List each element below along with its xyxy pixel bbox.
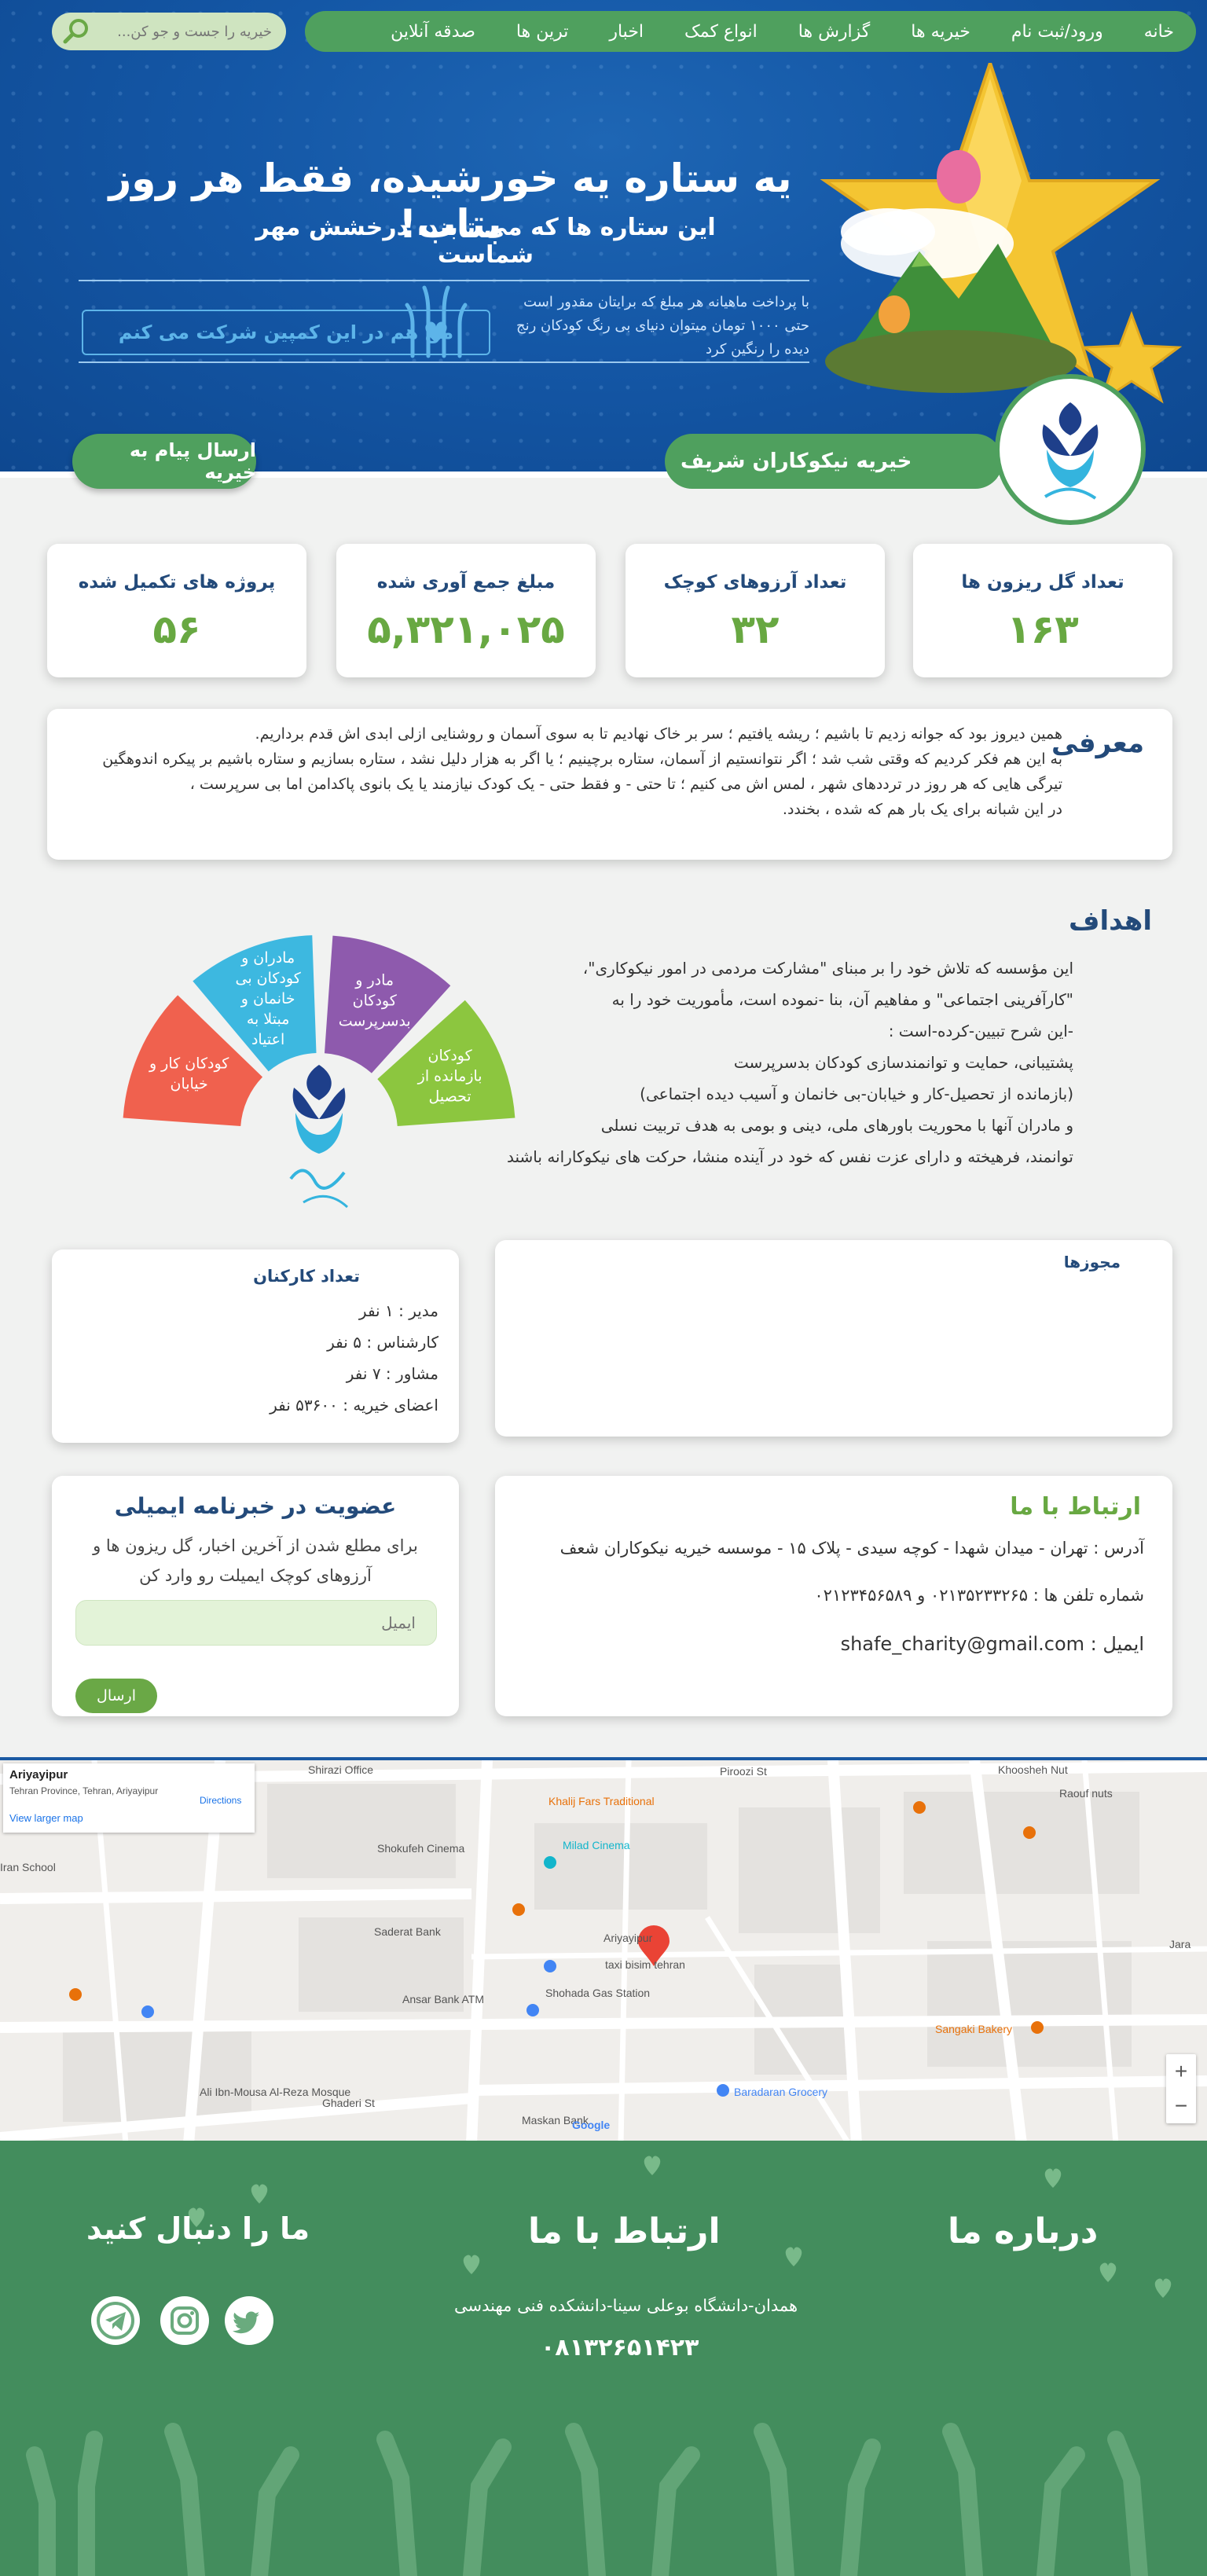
map-zoom-control: + − [1166, 2054, 1196, 2123]
staff-item: کارشناس : ۵ نفر [327, 1333, 438, 1352]
search-icon[interactable] [62, 17, 90, 46]
stat-value: ۱۶۳ [1007, 607, 1079, 652]
staff-item: مشاور : ۷ نفر [346, 1364, 438, 1383]
map-label: Iran School [0, 1861, 56, 1873]
campaign-text: با پرداخت ماهیانه هر مبلغ که برایتان مقد… [515, 294, 809, 358]
campaign-box: با پرداخت ماهیانه هر مبلغ که برایتان مقد… [79, 280, 809, 363]
map-label: Jara [1169, 1938, 1191, 1950]
map-label: Ghaderi St [322, 2097, 375, 2109]
intro-title: معرفی [1051, 728, 1144, 759]
join-campaign-button[interactable]: من هم در این کمپین شرکت می کنم [82, 310, 490, 355]
newsletter-title: عضویت در خبرنامه ایمیلی [114, 1493, 397, 1519]
intro-card: معرفی همین دیروز بود که جوانه زدیم تا با… [47, 709, 1172, 860]
map-label: Baradaran Grocery [734, 2086, 828, 2098]
intro-line: تیرگی هایی که هر روز در ترددهای شهر ، لم… [189, 776, 1062, 793]
staff-title: تعداد کارکنان [253, 1267, 360, 1286]
google-logo: Google [572, 2119, 611, 2131]
map-label: Saderat Bank [374, 1925, 441, 1938]
search-box [52, 13, 286, 50]
permits-card: مجوزها [495, 1240, 1172, 1437]
zoom-out-button[interactable]: − [1166, 2089, 1196, 2123]
send-message-button[interactable]: ارسال پیام به خیریه [72, 434, 256, 489]
star-illustration [820, 63, 1183, 404]
footer-contact-title: ارتباط با ما [528, 2211, 721, 2251]
staff-item: اعضای خیریه : ۵۳۶۰۰ نفر [270, 1396, 438, 1415]
map-label: Shirazi Office [308, 1763, 373, 1776]
stat-label: پروژه های تکمیل شده [78, 572, 276, 593]
contact-address: آدرس : تهران - میدان شهدا - کوچه سیدی - … [559, 1539, 1144, 1558]
nav-tops[interactable]: ترین ها [516, 22, 568, 42]
map-label: Shokufeh Cinema [377, 1842, 465, 1855]
footer-contact-phone: ۰۸۱۳۲۶۵۱۴۲۳ [541, 2334, 699, 2361]
map-label: Milad Cinema [563, 1839, 630, 1851]
stat-card-small-wishes: تعداد آرزوهای کوچک ۳۲ [626, 544, 885, 677]
intro-line: همین دیروز بود که جوانه زدیم تا باشیم ؛ … [255, 725, 1062, 743]
stat-value: ۵,۳۲۱,۰۲۵ [367, 607, 565, 652]
telegram-icon[interactable] [91, 2296, 140, 2345]
twitter-icon[interactable] [225, 2296, 273, 2345]
newsletter-email-input[interactable] [75, 1600, 437, 1646]
contact-phones: شماره تلفن ها : ۰۲۱۳۵۲۳۳۲۶۵ و ۰۲۱۲۳۴۵۶۵۸… [814, 1586, 1144, 1605]
staff-list: مدیر : ۱ نفر کارشناس : ۵ نفر مشاور : ۷ ن… [270, 1295, 438, 1421]
stat-label: تعداد گل ریزون ها [961, 572, 1124, 593]
map-label: Khalij Fars Traditional [548, 1795, 655, 1807]
staff-card: تعداد کارکنان مدیر : ۱ نفر کارشناس : ۵ ن… [52, 1249, 459, 1443]
directions-link[interactable]: Directions [200, 1795, 241, 1806]
staff-item: مدیر : ۱ نفر [358, 1301, 438, 1320]
footer: ما را دنبال کنید ارتباط با ما درباره ما … [0, 2141, 1207, 2576]
stat-value: ۵۶ [152, 607, 201, 652]
top-navigation: خانه ورود/ثبت نام خیریه ها گزارش ها انوا… [305, 11, 1196, 52]
intro-line: به این هم فکر کردیم که وقتی شب شد ؛ اگر … [102, 750, 1062, 768]
newsletter-submit-button[interactable]: ارسال [75, 1679, 157, 1713]
map-label: Ansar Bank ATM [402, 1993, 485, 2005]
stat-label: مبلغ جمع آوری شده [376, 572, 556, 593]
map-label: Khoosheh Nut [998, 1763, 1068, 1776]
footer-contact-address: همدان-دانشگاه بوعلی سینا-دانشکده فنی مهن… [454, 2296, 798, 2315]
footer-follow-title: ما را دنبال کنید [86, 2211, 310, 2246]
nav-online-donation[interactable]: صدقه آنلاین [391, 22, 475, 42]
nav-login[interactable]: ورود/ثبت نام [1011, 22, 1103, 42]
map-label: Ariyayipur [604, 1932, 653, 1944]
map-label: Raouf nuts [1059, 1787, 1113, 1800]
goals-diagram: کودکان کار و خیابانمادران و کودکان بی خانما… [123, 935, 515, 1209]
contact-card: ارتباط با ما آدرس : تهران - میدان شهدا -… [495, 1476, 1172, 1716]
nav-help-types[interactable]: انواع کمک [684, 22, 758, 42]
contact-email[interactable]: ایمیل : shafe_charity@gmail.com [841, 1633, 1144, 1655]
map-label: Sangaki Bakery [935, 2023, 1013, 2035]
stat-label: تعداد آرزوهای کوچک [663, 572, 847, 593]
nav-news[interactable]: اخبار [609, 22, 644, 42]
instagram-icon[interactable] [160, 2296, 209, 2345]
stat-card-amount-raised: مبلغ جمع آوری شده ۵,۳۲۱,۰۲۵ [336, 544, 596, 677]
view-larger-map-link[interactable]: View larger map [9, 1812, 83, 1824]
center-logo [289, 1065, 349, 1209]
newsletter-text: برای مطلع شدن از آخرین اخبار، گل ریزون ه… [93, 1536, 418, 1585]
search-input[interactable] [95, 23, 272, 40]
footer-about-title: درباره ما [948, 2211, 1099, 2251]
nav-reports[interactable]: گزارش ها [798, 22, 871, 42]
hero-subline: این ستاره ها که می تابند، درخشش مهر شماس… [255, 214, 716, 269]
stat-card-flower-givers: تعداد گل ریزون ها ۱۶۳ [913, 544, 1172, 677]
map-label: Piroozi St [720, 1765, 767, 1778]
map-label: taxi bisim tehran [605, 1958, 685, 1971]
nav-home[interactable]: خانه [1144, 22, 1174, 42]
organization-name: خیریه نیکوکاران شریف [681, 450, 912, 473]
stat-card-completed-projects: پروژه های تکمیل شده ۵۶ [47, 544, 306, 677]
goals-title: اهداف [1068, 905, 1152, 937]
newsletter-card: عضویت در خبرنامه ایمیلی برای مطلع شدن از… [52, 1476, 459, 1716]
organization-name-bar: خیریه نیکوکاران شریف [665, 434, 1003, 489]
intro-text: همین دیروز بود که جوانه زدیم تا باشیم ؛ … [64, 721, 1062, 822]
embedded-map[interactable]: Ariyayipur Tehran Province, Tehran, Ariy… [0, 1757, 1207, 2141]
map-info-card: Ariyayipur Tehran Province, Tehran, Ariy… [3, 1763, 255, 1833]
stat-value: ۳۲ [731, 607, 780, 652]
nav-charities[interactable]: خیریه ها [911, 22, 970, 42]
contact-title: ارتباط با ما [1010, 1493, 1141, 1521]
permits-title: مجوزها [1063, 1253, 1121, 1271]
map-place-name: Ariyayipur [9, 1768, 68, 1782]
organization-logo [995, 374, 1146, 525]
map-label: Shohada Gas Station [545, 1987, 651, 1999]
intro-line: در این شبانه برای یک بار هم که شده ، بخن… [782, 801, 1062, 818]
map-place-address: Tehran Province, Tehran, Ariyayipur [9, 1785, 159, 1796]
zoom-in-button[interactable]: + [1166, 2054, 1196, 2089]
